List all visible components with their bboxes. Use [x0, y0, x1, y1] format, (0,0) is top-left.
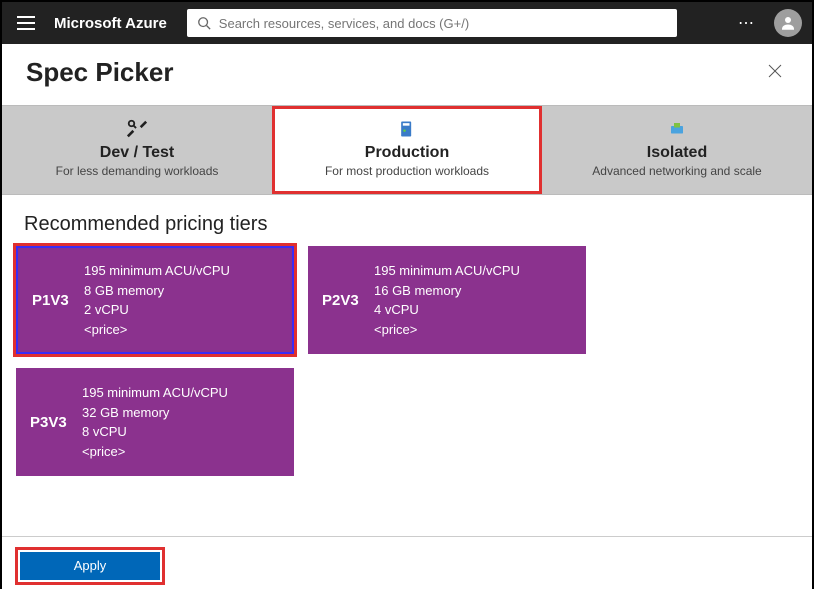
- search-input[interactable]: [219, 16, 667, 31]
- tier-name: P3V3: [30, 414, 82, 431]
- menu-icon[interactable]: [12, 9, 40, 37]
- page-title: Spec Picker: [26, 57, 173, 88]
- tab-title: Dev / Test: [2, 144, 272, 162]
- tier-specs: 195 minimum ACU/vCPU 8 GB memory 2 vCPU …: [84, 261, 230, 339]
- tier-card-p1v3[interactable]: P1V3 195 minimum ACU/vCPU 8 GB memory 2 …: [16, 246, 294, 354]
- tier-vcpu: 2 vCPU: [84, 300, 230, 320]
- tab-title: Production: [272, 144, 542, 162]
- azure-topbar: Microsoft Azure ⋯: [2, 2, 812, 44]
- apply-button[interactable]: Apply: [20, 552, 160, 580]
- tier-vcpu: 8 vCPU: [82, 422, 228, 442]
- tier-name: P1V3: [32, 292, 84, 309]
- tier-name: P2V3: [322, 292, 374, 309]
- tier-price: <price>: [82, 442, 228, 462]
- tab-subtitle: For most production workloads: [272, 164, 542, 178]
- tier-specs: 195 minimum ACU/vCPU 32 GB memory 8 vCPU…: [82, 383, 228, 461]
- tab-dev-test[interactable]: Dev / Test For less demanding workloads: [2, 106, 272, 194]
- tab-subtitle: Advanced networking and scale: [542, 164, 812, 178]
- tab-title: Isolated: [542, 144, 812, 162]
- tier-acu: 195 minimum ACU/vCPU: [84, 261, 230, 281]
- tools-icon: [2, 118, 272, 140]
- tab-isolated[interactable]: Isolated Advanced networking and scale: [542, 106, 812, 194]
- blade-header: Spec Picker: [2, 44, 812, 105]
- isolated-icon: [542, 118, 812, 140]
- tab-subtitle: For less demanding workloads: [2, 164, 272, 178]
- tier-card-p2v3[interactable]: P2V3 195 minimum ACU/vCPU 16 GB memory 4…: [308, 246, 586, 354]
- tier-vcpu: 4 vCPU: [374, 300, 520, 320]
- tier-memory: 8 GB memory: [84, 281, 230, 301]
- workload-tabs: Dev / Test For less demanding workloads …: [2, 105, 812, 195]
- pricing-cards: P1V3 195 minimum ACU/vCPU 8 GB memory 2 …: [2, 246, 812, 496]
- tier-specs: 195 minimum ACU/vCPU 16 GB memory 4 vCPU…: [374, 261, 520, 339]
- recommended-heading: Recommended pricing tiers: [2, 195, 812, 246]
- search-icon: [197, 16, 211, 30]
- tier-memory: 32 GB memory: [82, 403, 228, 423]
- brand-label: Microsoft Azure: [54, 15, 167, 32]
- close-button[interactable]: [762, 56, 788, 89]
- tier-card-p3v3[interactable]: P3V3 195 minimum ACU/vCPU 32 GB memory 8…: [16, 368, 294, 476]
- tier-memory: 16 GB memory: [374, 281, 520, 301]
- close-icon: [768, 64, 782, 78]
- user-avatar[interactable]: [774, 9, 802, 37]
- tab-production[interactable]: Production For most production workloads: [272, 106, 542, 194]
- server-icon: [272, 118, 542, 140]
- content-scroll[interactable]: Dev / Test For less demanding workloads …: [2, 105, 812, 594]
- tier-acu: 195 minimum ACU/vCPU: [82, 383, 228, 403]
- tier-price: <price>: [374, 320, 520, 340]
- blade-footer: Apply: [2, 536, 812, 594]
- tier-acu: 195 minimum ACU/vCPU: [374, 261, 520, 281]
- global-search[interactable]: [187, 9, 677, 37]
- more-icon[interactable]: ⋯: [730, 13, 764, 33]
- person-icon: [779, 14, 797, 32]
- tier-price: <price>: [84, 320, 230, 340]
